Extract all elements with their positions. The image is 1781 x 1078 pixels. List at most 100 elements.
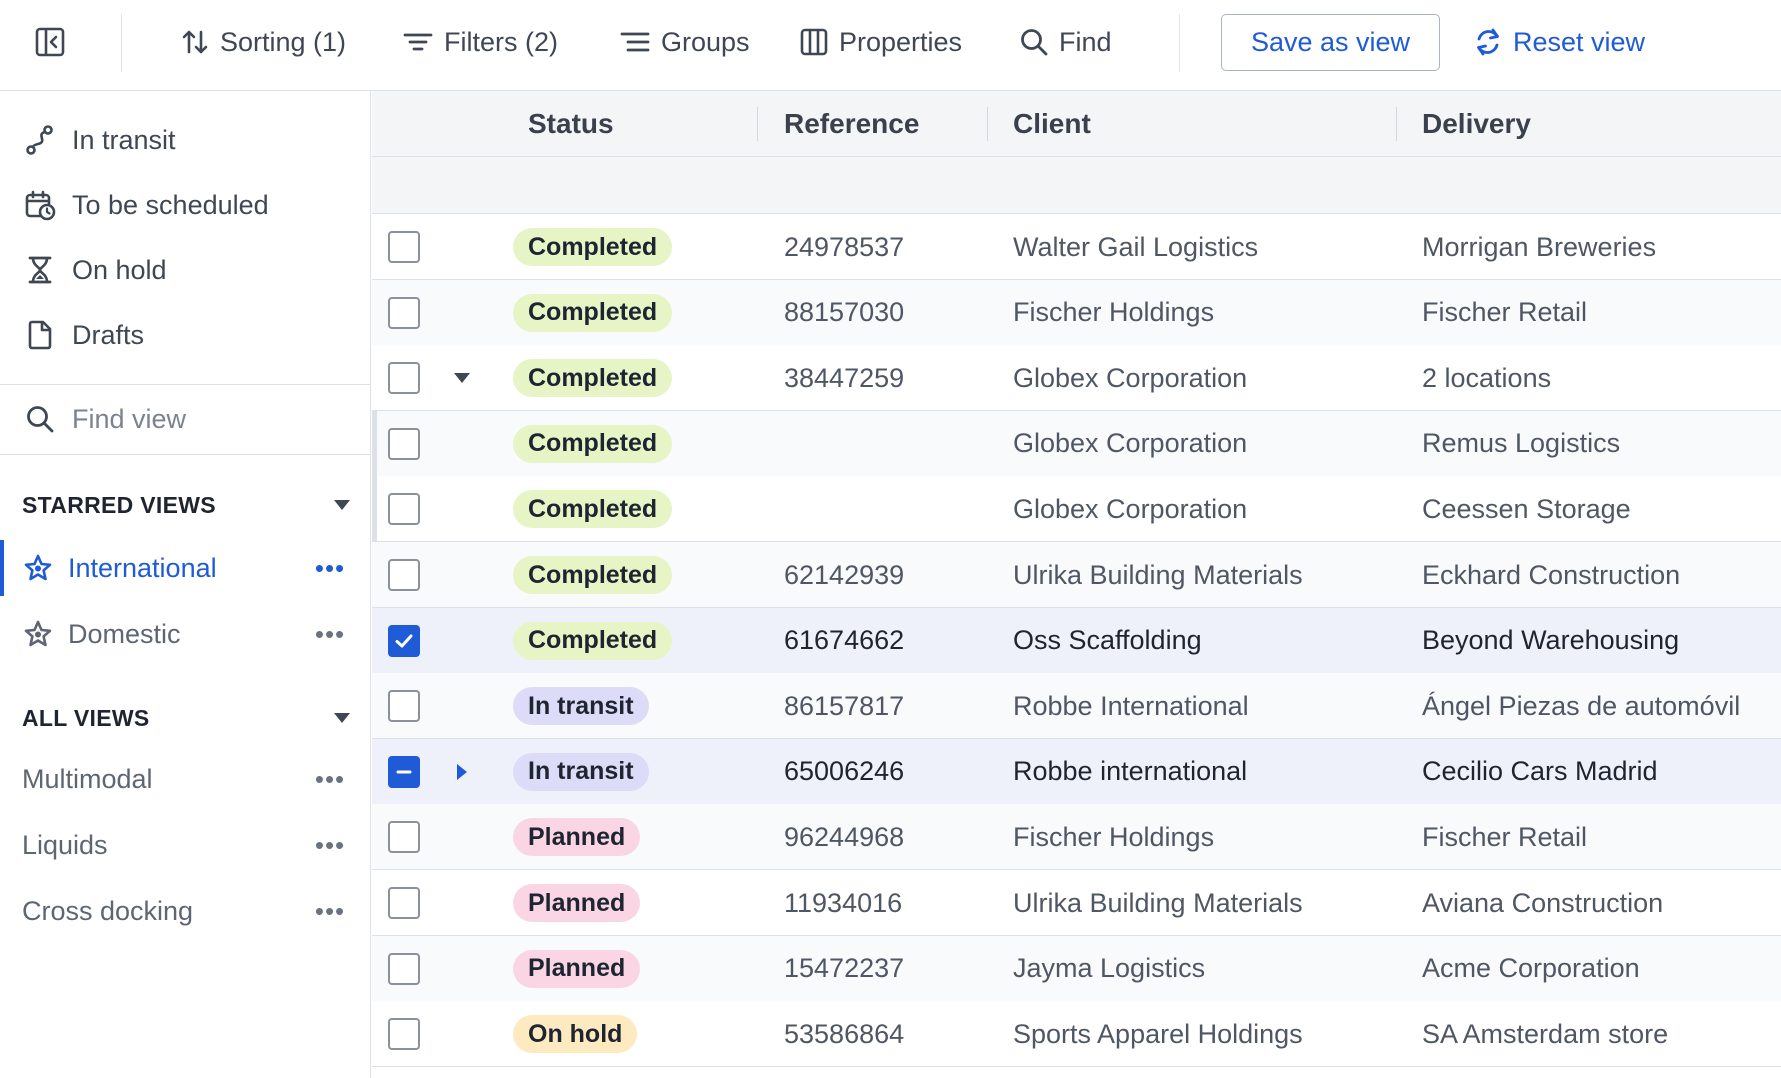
table-spacer-row [372,157,1781,214]
sidebar-item-drafts[interactable]: Drafts [0,308,370,362]
table-row[interactable]: Completed Globex Corporation Remus Logisti… [372,410,1781,477]
client-cell: Jayma Logistics [1013,953,1206,984]
status-badge: Completed [513,621,673,660]
reference-cell: 11934016 [784,887,903,918]
view-item-label: Cross docking [22,895,194,926]
table-row[interactable]: Completed 38447259 Globex Corporation 2 loc… [372,345,1781,412]
find-view-input[interactable] [72,403,362,435]
reference-cell: 38447259 [784,362,905,393]
all-views-header[interactable]: ALL VIEWS [22,698,352,738]
sidebar-item-on-hold[interactable]: On hold [0,243,370,297]
row-checkbox[interactable] [388,821,420,854]
row-checkbox[interactable] [388,362,420,395]
table-header: Status Reference Client Delivery [372,91,1781,157]
row-checkbox[interactable] [388,559,420,591]
delivery-cell: Eckhard Construction [1422,559,1681,590]
view-item-liquids[interactable]: Liquids ••• [0,817,370,873]
more-options-icon[interactable]: ••• [310,764,350,794]
column-header-client[interactable]: Client [1013,91,1091,157]
row-checkbox[interactable] [388,1018,420,1051]
groups-button[interactable]: Groups [619,22,750,62]
status-badge: Completed [513,293,673,332]
starred-views-header[interactable]: STARRED VIEWS [22,485,352,525]
save-as-view-button[interactable]: Save as view [1221,14,1440,71]
collapse-caret-icon[interactable] [450,366,474,390]
column-resize-handle[interactable] [987,107,988,141]
row-checkbox[interactable] [388,427,420,460]
table-row[interactable]: Planned 96244968 Fischer Holdings Fischer R… [372,804,1781,871]
more-options-icon[interactable]: ••• [310,553,350,583]
column-resize-handle[interactable] [1396,107,1397,141]
status-badge: Planned [513,818,641,857]
sorting-label: Sorting (1) [220,26,347,57]
reset-view-button[interactable]: Reset view [1473,22,1645,62]
row-checkbox[interactable] [388,231,420,263]
table-row[interactable]: Completed 62142939 Ulrika Building Materia… [372,542,1781,608]
table-row[interactable]: Completed 61674662 Oss Scaffolding Beyond W… [372,607,1781,674]
starred-views-heading: STARRED VIEWS [22,491,216,518]
more-options-icon[interactable]: ••• [310,619,350,649]
table-row[interactable]: In transit 65006246 Robbe international Cec… [372,738,1781,805]
status-badge: Completed [513,228,673,266]
delivery-cell: Beyond Warehousing [1422,625,1680,656]
sorting-button[interactable]: Sorting (1) [180,22,346,62]
table-row[interactable]: Completed Globex Corporation Ceessen Stora… [372,476,1781,543]
sidebar-item-in-transit[interactable]: In transit [0,113,370,167]
table-row[interactable]: Planned 15472237 Jayma Logistics Acme Corpo… [372,935,1781,1002]
star-icon [22,552,54,584]
client-cell: Fischer Holdings [1013,821,1215,852]
row-checkbox[interactable] [388,624,420,657]
delivery-cell: 2 locations [1422,362,1552,393]
more-options-icon[interactable]: ••• [310,830,350,860]
status-badge: In transit [513,752,649,791]
properties-button[interactable]: Properties [799,22,962,62]
client-cell: Ulrika Building Materials [1013,887,1303,918]
toggle-sidebar-button[interactable] [34,26,66,58]
row-checkbox[interactable] [388,887,420,919]
row-checkbox[interactable] [388,952,420,985]
delivery-cell: SA Amsterdam store [1422,1018,1669,1049]
table-row[interactable]: Completed 88157030 Fischer Holdings Fischer… [372,279,1781,346]
row-checkbox[interactable] [388,690,420,723]
row-checkbox[interactable] [388,296,420,329]
view-item-cross-docking[interactable]: Cross docking ••• [0,883,370,939]
find-button[interactable]: Find [1019,22,1112,62]
view-item-label: Domestic [68,618,181,649]
column-resize-handle[interactable] [757,107,758,141]
find-view-field [0,388,370,450]
view-item-international[interactable]: International ••• [0,540,370,596]
delivery-cell: Ángel Piezas de automóvil [1422,690,1741,721]
sidebar: In transit To be scheduled On hold Draft… [0,91,371,1078]
client-cell: Ulrika Building Materials [1013,559,1303,590]
row-checkbox[interactable] [388,755,420,788]
expand-caret-icon[interactable] [450,760,474,784]
filters-button[interactable]: Filters (2) [402,22,558,62]
delivery-cell: Remus Logistics [1422,428,1621,459]
toolbar-divider [1179,14,1180,72]
table-row[interactable]: Completed 24978537 Walter Gail Logistics Mo… [372,214,1781,280]
minus-icon [396,770,412,774]
client-cell: Sports Apparel Holdings [1013,1018,1303,1049]
sidebar-item-to-be-scheduled[interactable]: To be scheduled [0,178,370,232]
all-views-heading: ALL VIEWS [22,704,150,731]
view-item-multimodal[interactable]: Multimodal ••• [0,751,370,807]
shipments-table: Status Reference Client Delivery Complet… [372,91,1781,1078]
reference-cell: 65006246 [784,756,905,787]
delivery-cell: Ceessen Storage [1422,493,1631,524]
sidebar-item-label: To be scheduled [72,189,269,220]
more-options-icon[interactable]: ••• [310,896,350,926]
view-item-label: International [68,552,217,583]
column-header-status[interactable]: Status [528,91,614,157]
sidebar-item-label: In transit [72,124,176,155]
status-badge: Completed [513,490,673,529]
column-header-reference[interactable]: Reference [784,91,919,157]
table-row[interactable]: Planned 11934016 Ulrika Building Materials… [372,870,1781,936]
table-row[interactable]: On hold 53586864 Sports Apparel Holdings SA… [372,1001,1781,1068]
view-item-domestic[interactable]: Domestic ••• [0,606,370,662]
column-header-delivery[interactable]: Delivery [1422,91,1531,157]
table-row[interactable]: In transit 86157817 Robbe International Áng… [372,673,1781,740]
sidebar-toggle-icon [35,27,65,57]
client-cell: Robbe international [1013,756,1248,787]
properties-label: Properties [839,26,963,57]
row-checkbox[interactable] [388,493,420,526]
